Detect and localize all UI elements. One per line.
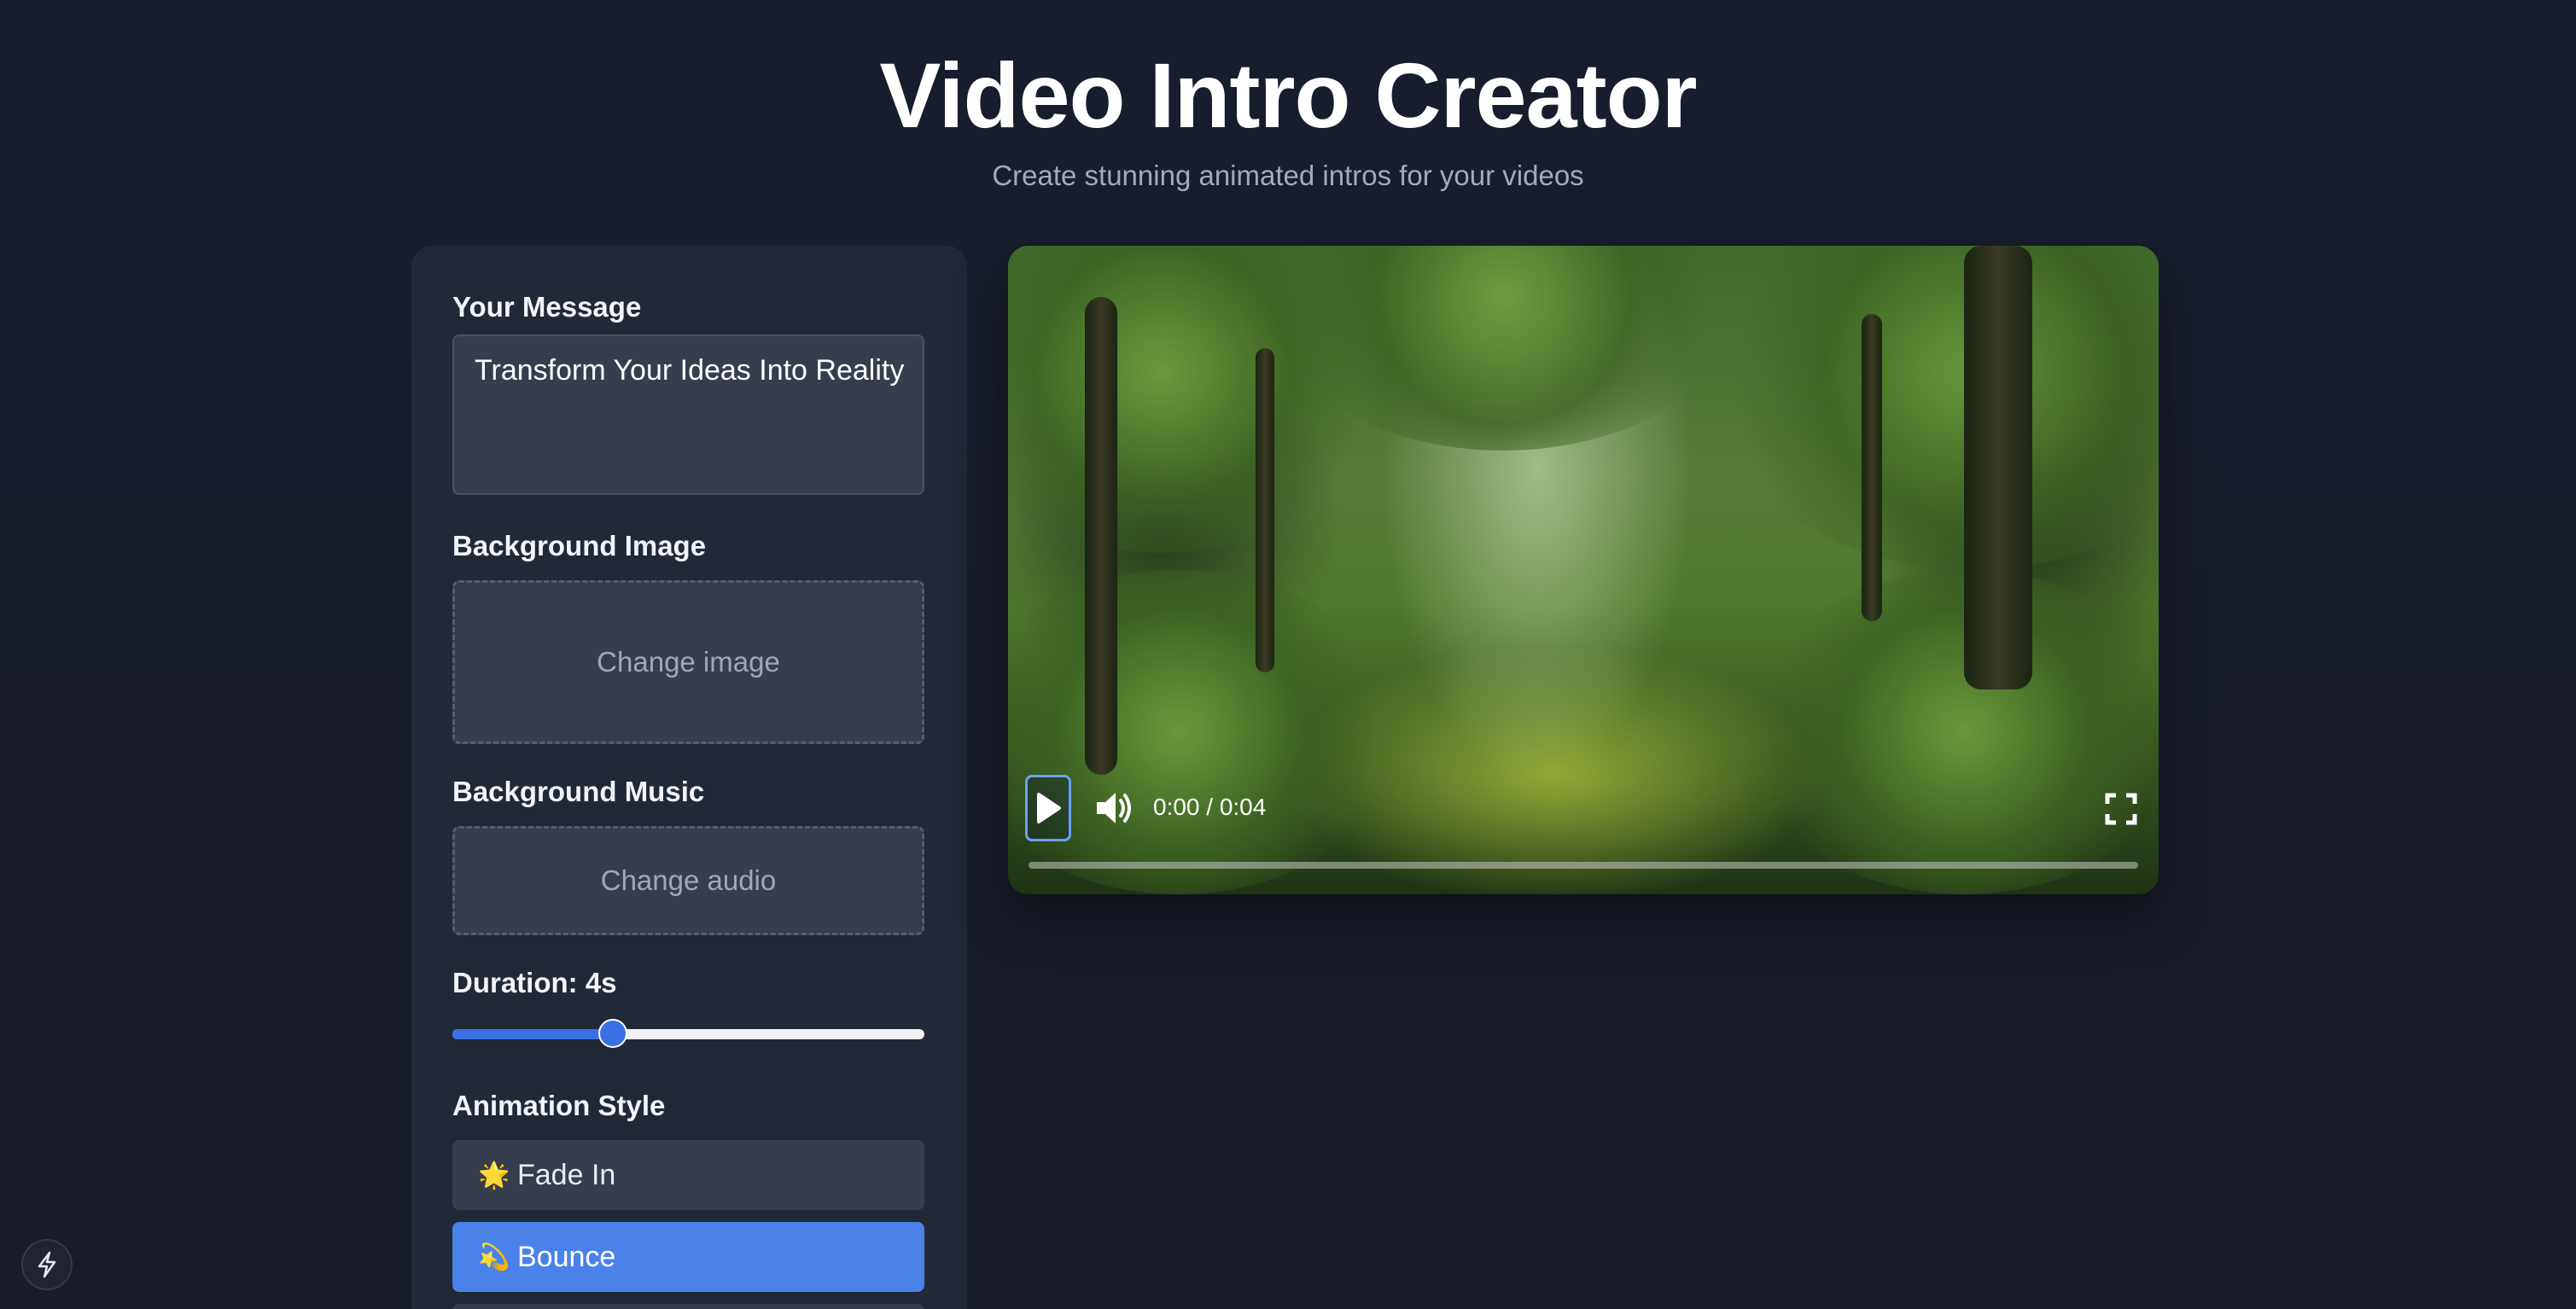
duration-slider-thumb[interactable] xyxy=(598,1019,627,1048)
duration-slider-fill xyxy=(452,1029,613,1039)
bolt-badge-button[interactable] xyxy=(21,1239,73,1290)
animation-option-label: Fade In xyxy=(517,1158,616,1191)
video-player[interactable]: 0:00 / 0:04 xyxy=(1008,246,2159,894)
duration-slider[interactable] xyxy=(452,1017,924,1051)
foliage xyxy=(1708,246,2159,570)
foliage xyxy=(1742,570,2159,894)
animation-option-bounce[interactable]: 💫 Bounce xyxy=(452,1222,924,1292)
tree-trunk xyxy=(1085,297,1117,775)
animation-style-label: Animation Style xyxy=(452,1090,666,1121)
fullscreen-icon xyxy=(2105,793,2137,825)
video-progress-bar[interactable] xyxy=(1029,862,2138,869)
message-textarea[interactable]: Transform Your Ideas Into Reality xyxy=(452,335,924,495)
tree-trunk xyxy=(1862,314,1882,621)
change-image-label: Change image xyxy=(597,646,780,678)
change-audio-label: Change audio xyxy=(600,864,777,896)
change-audio-button[interactable]: Change audio xyxy=(452,826,924,935)
tree-trunk xyxy=(1256,348,1274,672)
volume-button[interactable] xyxy=(1093,788,1134,828)
message-label: Your Message xyxy=(452,291,642,323)
volume-icon xyxy=(1097,793,1131,823)
animation-option-fade-in[interactable]: 🌟 Fade In xyxy=(452,1140,924,1210)
foliage xyxy=(1008,570,1401,894)
background-music-label: Background Music xyxy=(452,776,705,807)
page-title: Video Intro Creator xyxy=(879,44,1697,147)
change-image-button[interactable]: Change image xyxy=(452,580,924,744)
tree-trunk xyxy=(1964,246,2032,689)
animation-option-more[interactable] xyxy=(452,1304,924,1309)
duration-label: Duration: 4s xyxy=(452,967,617,998)
dizzy-icon: 💫 xyxy=(478,1242,510,1271)
animation-option-label: Bounce xyxy=(517,1240,616,1273)
background-image-label: Background Image xyxy=(452,530,707,561)
play-button[interactable] xyxy=(1025,775,1071,841)
play-icon xyxy=(1037,793,1061,823)
page-header: Video Intro Creator Create stunning anim… xyxy=(0,41,2576,195)
video-time: 0:00 / 0:04 xyxy=(1153,794,1267,820)
settings-panel: Your Message Transform Your Ideas Into R… xyxy=(411,246,967,1309)
page-subtitle: Create stunning animated intros for your… xyxy=(992,160,1584,191)
bolt-icon xyxy=(38,1251,56,1278)
page: Video Intro Creator Create stunning anim… xyxy=(0,0,2576,1309)
star-icon: 🌟 xyxy=(478,1161,510,1190)
fullscreen-button[interactable] xyxy=(2104,792,2138,826)
